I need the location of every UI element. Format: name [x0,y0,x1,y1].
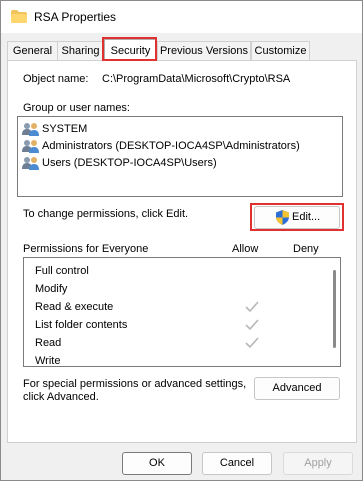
allow-column-header: Allow [232,243,259,255]
user-name: Administrators (DESKTOP-IOCA4SP\Administ… [42,140,300,152]
permissions-scrollbar[interactable] [333,270,336,348]
allow-check-icon [245,301,259,313]
permission-row: List folder contents [35,316,259,334]
users-group-icon [22,157,39,170]
title-bar[interactable]: RSA Properties [1,1,362,33]
advanced-button[interactable]: Advanced [254,377,340,400]
user-name: Users (DESKTOP-IOCA4SP\Users) [42,157,217,169]
permissions-header: Permissions for Everyone [23,243,149,255]
properties-window: RSA Properties General Sharing Security … [0,0,363,481]
ok-button[interactable]: OK [122,452,192,475]
advanced-settings-text-line1: For special permissions or advanced sett… [23,378,247,390]
cancel-button[interactable]: Cancel [202,452,272,475]
apply-button[interactable]: Apply [283,452,353,475]
edit-button-highlight [250,203,344,231]
security-tab-highlight [102,37,157,61]
allow-check-icon [245,319,259,331]
deny-column-header: Deny [293,243,319,255]
tab-previous-versions[interactable]: Previous Versions [157,41,251,60]
permissions-list[interactable]: Full control Modify Read & execute List … [23,257,341,367]
permission-name: Read [35,337,62,349]
tab-sharing[interactable]: Sharing [57,41,104,60]
users-group-icon [22,123,39,136]
folder-icon [11,10,27,23]
window-title: RSA Properties [34,10,117,24]
permission-name: Modify [35,283,68,295]
tab-strip: General Sharing Security Previous Versio… [7,39,359,61]
advanced-settings-text-line2: click Advanced. [23,391,99,403]
object-name-value: C:\ProgramData\Microsoft\Crypto\RSA [102,73,291,85]
allow-check-icon [245,337,259,349]
permission-name: Write [35,355,61,367]
permission-row: Read [35,334,259,352]
permission-name: Read & execute [35,301,114,313]
tab-general[interactable]: General [7,41,58,60]
change-permissions-text: To change permissions, click Edit. [23,208,189,220]
permission-row: Full control [35,262,89,280]
permission-name: List folder contents [35,319,128,331]
group-users-label: Group or user names: [23,102,130,114]
user-name: SYSTEM [42,123,88,135]
permission-row: Write [35,352,60,370]
permission-row: Modify [35,280,67,298]
permission-row: Read & execute [35,298,259,316]
permission-name: Full control [35,265,89,277]
users-group-icon [22,140,39,153]
tab-customize[interactable]: Customize [251,41,310,60]
group-user-list[interactable]: SYSTEM Administrators (DESKTOP-IOCA4SP\A… [17,116,343,197]
object-name-label: Object name: [23,73,89,85]
